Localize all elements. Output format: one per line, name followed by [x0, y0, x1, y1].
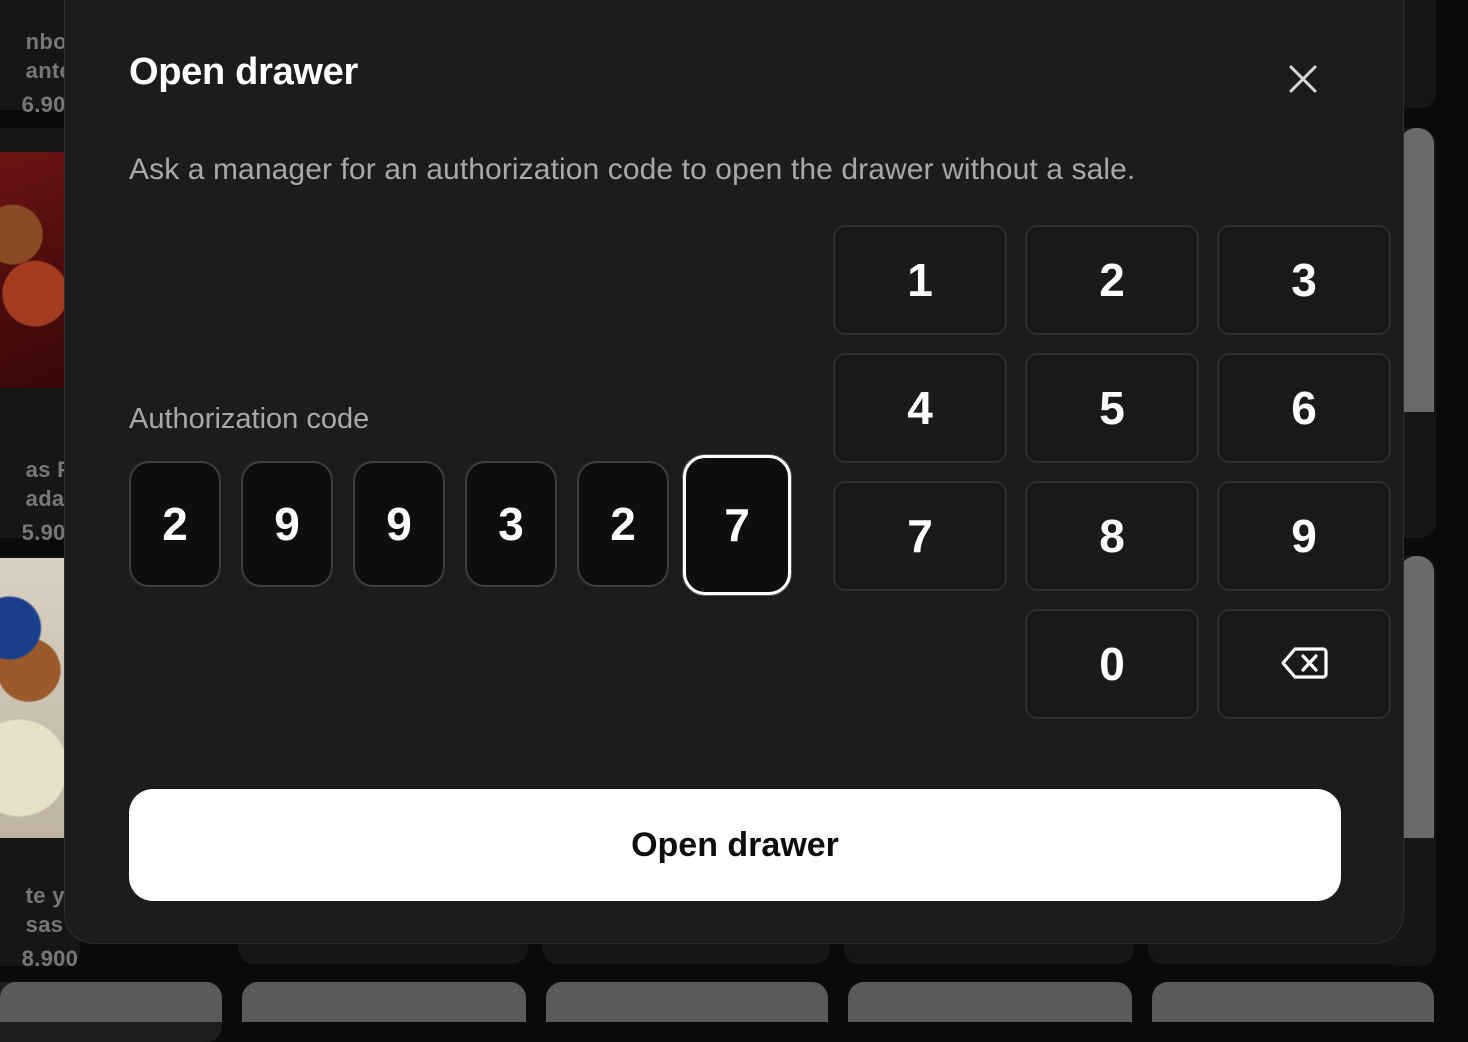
product-image — [0, 558, 64, 838]
product-image — [0, 982, 222, 1022]
product-image — [546, 982, 828, 1022]
code-digit-cell[interactable]: 9 — [353, 461, 445, 587]
product-image — [848, 982, 1132, 1022]
code-digit-cell-active[interactable]: 7 — [683, 455, 791, 595]
product-image — [242, 982, 526, 1022]
code-digit-cell[interactable]: 2 — [129, 461, 221, 587]
keypad-key-1[interactable]: 1 — [833, 225, 1007, 335]
dialog-description: Ask a manager for an authorization code … — [129, 153, 1136, 186]
code-digit-cell[interactable]: 3 — [465, 461, 557, 587]
keypad-backspace-button[interactable] — [1217, 609, 1391, 719]
product-image — [0, 152, 64, 388]
keypad-key-9[interactable]: 9 — [1217, 481, 1391, 591]
open-drawer-button[interactable]: Open drawer — [129, 789, 1341, 901]
keypad-key-7[interactable]: 7 — [833, 481, 1007, 591]
code-digit-cell[interactable]: 9 — [241, 461, 333, 587]
keypad-key-5[interactable]: 5 — [1025, 353, 1199, 463]
keypad-key-0[interactable]: 0 — [1025, 609, 1199, 719]
open-drawer-dialog: Open drawer Ask a manager for an authori… — [64, 0, 1404, 944]
keypad-key-2[interactable]: 2 — [1025, 225, 1199, 335]
dialog-title: Open drawer — [129, 51, 358, 93]
product-image — [1400, 128, 1434, 412]
product-image — [1400, 556, 1434, 838]
close-icon — [1288, 64, 1318, 99]
keypad-key-6[interactable]: 6 — [1217, 353, 1391, 463]
product-image — [1152, 982, 1434, 1022]
close-button[interactable] — [1281, 59, 1325, 103]
backspace-icon — [1280, 637, 1328, 691]
code-digit-cell[interactable]: 2 — [577, 461, 669, 587]
keypad-key-4[interactable]: 4 — [833, 353, 1007, 463]
authorization-code-label: Authorization code — [129, 403, 370, 435]
keypad-key-8[interactable]: 8 — [1025, 481, 1199, 591]
keypad-key-3[interactable]: 3 — [1217, 225, 1391, 335]
